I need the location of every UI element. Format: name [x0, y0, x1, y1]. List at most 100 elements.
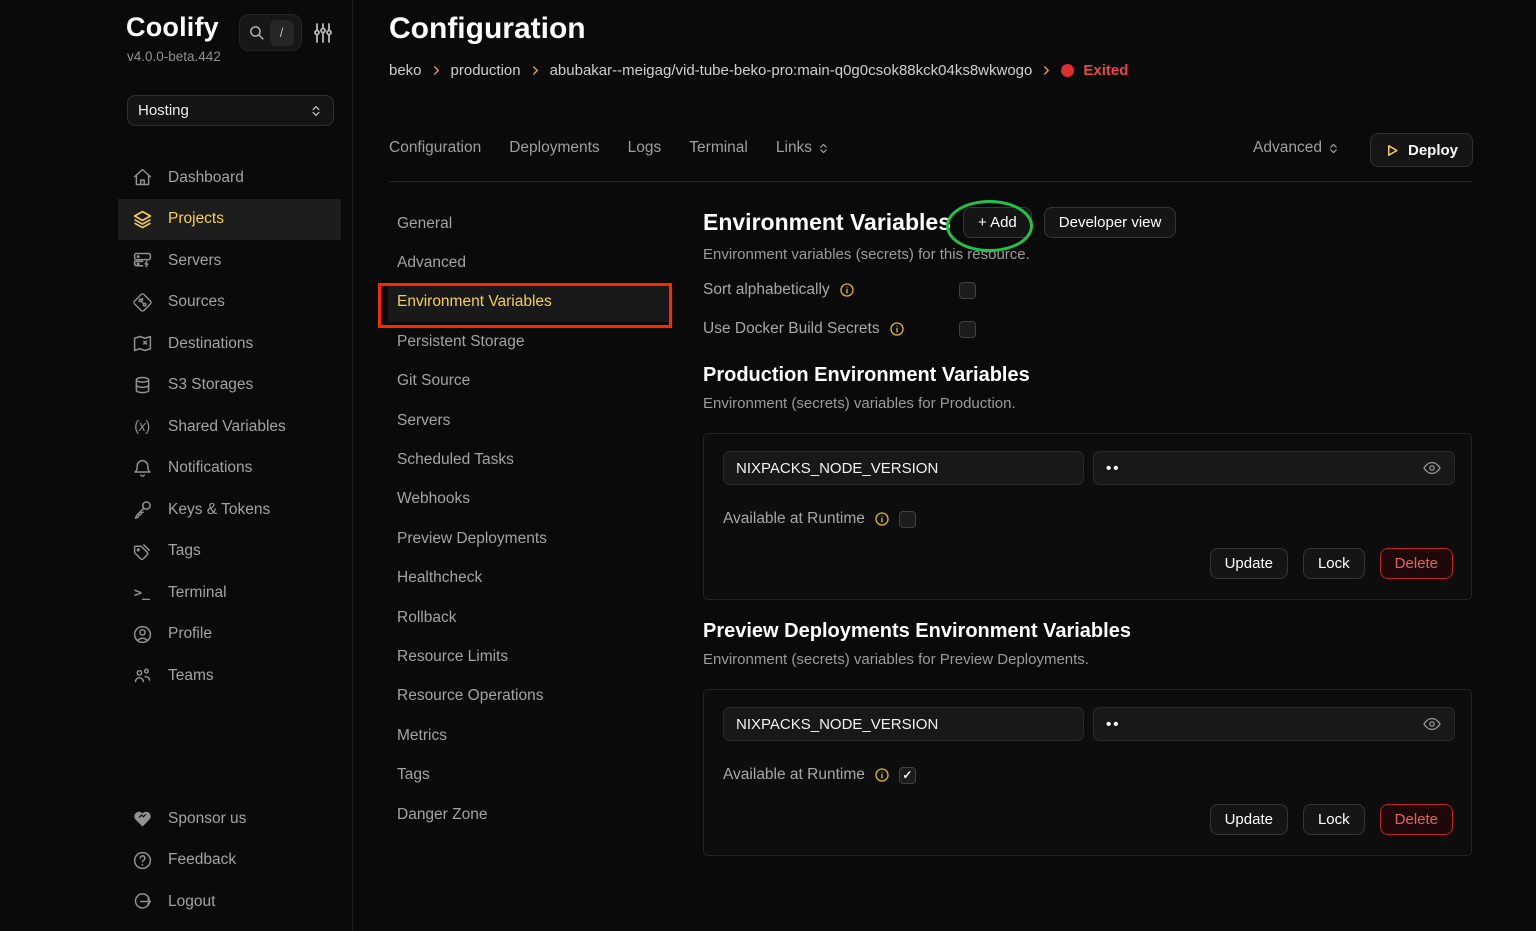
chevron-up-down-icon — [817, 142, 830, 155]
advanced-dropdown[interactable]: Advanced — [1253, 139, 1340, 157]
subnav-item-metrics[interactable]: Metrics — [388, 716, 672, 755]
sidebar-item-logout[interactable]: Logout — [118, 881, 341, 923]
sidebar-item-notifications[interactable]: Notifications — [118, 448, 341, 490]
add-button[interactable]: + Add — [963, 207, 1032, 238]
subnav-item-danger-zone[interactable]: Danger Zone — [388, 795, 672, 834]
sidebar-item-sources[interactable]: Sources — [118, 282, 341, 324]
sidebar-item-profile[interactable]: Profile — [118, 614, 341, 656]
delete-button[interactable]: Delete — [1380, 548, 1453, 579]
sidebar-item-keys-tokens[interactable]: Keys & Tokens — [118, 489, 341, 531]
subnav-item-resource-operations[interactable]: Resource Operations — [388, 677, 672, 716]
eye-icon[interactable] — [1422, 458, 1442, 478]
sidebar-item-feedback[interactable]: Feedback — [118, 840, 341, 882]
sidebar-item-terminal[interactable]: >_ Terminal — [118, 572, 341, 614]
env-var-card-preview: NIXPACKS_NODE_VERSION •• Available at Ru… — [703, 689, 1472, 856]
env-var-value-input[interactable]: •• — [1093, 707, 1455, 741]
info-icon — [874, 511, 890, 527]
app-version: v4.0.0-beta.442 — [127, 49, 221, 64]
breadcrumb-resource[interactable]: abubakar--meigag/vid-tube-beko-pro:main-… — [550, 62, 1033, 79]
lock-button[interactable]: Lock — [1303, 804, 1365, 835]
subnav-item-webhooks[interactable]: Webhooks — [388, 480, 672, 519]
sidebar-item-label: Tags — [168, 542, 201, 560]
home-icon — [131, 167, 153, 189]
sort-alphabetically-checkbox[interactable]: ✓ — [959, 282, 976, 299]
sidebar-nav: Dashboard Projects Servers Sources Desti… — [118, 157, 341, 697]
env-var-name-input[interactable]: NIXPACKS_NODE_VERSION — [723, 451, 1084, 485]
sidebar-item-label: Sources — [168, 293, 225, 311]
breadcrumb-project[interactable]: beko — [389, 62, 422, 79]
production-section-title: Production Environment Variables — [703, 364, 1030, 387]
tag-icon — [131, 540, 153, 562]
subnav-item-healthcheck[interactable]: Healthcheck — [388, 559, 672, 598]
sidebar-item-projects[interactable]: Projects — [118, 199, 341, 241]
deploy-button[interactable]: Deploy — [1370, 133, 1473, 167]
search-icon — [248, 24, 265, 41]
lock-button[interactable]: Lock — [1303, 548, 1365, 579]
sort-alphabetically-label: Sort alphabetically — [703, 281, 830, 299]
delete-button[interactable]: Delete — [1380, 804, 1453, 835]
subnav-item-tags[interactable]: Tags — [388, 755, 672, 794]
tab-configuration[interactable]: Configuration — [389, 139, 481, 157]
chevron-up-down-icon — [309, 104, 323, 118]
subnav-item-git-source[interactable]: Git Source — [388, 362, 672, 401]
sidebar-item-shared-variables[interactable]: (x) Shared Variables — [118, 406, 341, 448]
env-var-card-production: NIXPACKS_NODE_VERSION •• Available at Ru… — [703, 433, 1472, 600]
preview-section-title: Preview Deployments Environment Variable… — [703, 620, 1131, 643]
status-dot — [1061, 64, 1074, 77]
sidebar-item-servers[interactable]: Servers — [118, 240, 341, 282]
sidebar-item-label: Dashboard — [168, 169, 244, 187]
masked-value: •• — [1106, 460, 1121, 477]
update-button[interactable]: Update — [1210, 548, 1288, 579]
search-button[interactable]: / — [239, 14, 302, 51]
sidebar-item-label: Logout — [168, 893, 215, 911]
available-at-runtime-checkbox[interactable]: ✓ — [899, 767, 916, 784]
settings-sliders-icon[interactable] — [311, 21, 335, 45]
env-var-actions: Update Lock Delete — [1210, 548, 1453, 579]
breadcrumb-environment[interactable]: production — [451, 62, 521, 79]
env-var-name-input[interactable]: NIXPACKS_NODE_VERSION — [723, 707, 1084, 741]
available-at-runtime-checkbox[interactable]: ✓ — [899, 511, 916, 528]
team-select[interactable]: Hosting — [127, 95, 334, 126]
subnav-item-rollback[interactable]: Rollback — [388, 598, 672, 637]
subnav-item-general[interactable]: General — [388, 204, 672, 243]
logout-icon — [131, 891, 153, 913]
tab-deployments[interactable]: Deployments — [509, 139, 599, 157]
key-icon — [131, 499, 153, 521]
sidebar-item-label: Feedback — [168, 851, 236, 869]
breadcrumb: beko production abubakar--meigag/vid-tub… — [389, 62, 1128, 79]
team-select-value: Hosting — [138, 102, 189, 119]
subnav-item-preview-deployments[interactable]: Preview Deployments — [388, 519, 672, 558]
developer-view-button[interactable]: Developer view — [1044, 207, 1177, 238]
subnav-item-persistent-storage[interactable]: Persistent Storage — [388, 322, 672, 361]
tab-logs[interactable]: Logs — [628, 139, 662, 157]
chevron-right-icon — [1041, 65, 1052, 76]
eye-icon[interactable] — [1422, 714, 1442, 734]
chevron-right-icon — [530, 65, 541, 76]
sidebar-item-s3-storages[interactable]: S3 Storages — [118, 365, 341, 407]
sidebar: Coolify v4.0.0-beta.442 / Hosting Dashbo… — [0, 0, 353, 931]
sidebar-item-dashboard[interactable]: Dashboard — [118, 157, 341, 199]
sidebar-item-sponsor-us[interactable]: Sponsor us — [118, 798, 341, 840]
docker-build-secrets-row: Use Docker Build Secrets ✓ — [703, 320, 976, 338]
status-badge: Exited — [1083, 62, 1128, 79]
subnav-item-advanced[interactable]: Advanced — [388, 243, 672, 282]
sidebar-item-destinations[interactable]: Destinations — [118, 323, 341, 365]
subnav-item-scheduled-tasks[interactable]: Scheduled Tasks — [388, 440, 672, 479]
app-logo: Coolify — [126, 12, 219, 43]
tab-terminal[interactable]: Terminal — [689, 139, 748, 157]
sidebar-footer-nav: Sponsor us Feedback Logout — [118, 798, 341, 923]
docker-build-secrets-checkbox[interactable]: ✓ — [959, 321, 976, 338]
subnav-item-environment-variables[interactable]: Environment Variables — [388, 283, 672, 322]
sidebar-item-label: Teams — [168, 667, 214, 685]
sidebar-item-teams[interactable]: Teams — [118, 655, 341, 697]
sidebar-item-label: Shared Variables — [168, 418, 286, 436]
subnav-item-servers[interactable]: Servers — [388, 401, 672, 440]
env-var-value-input[interactable]: •• — [1093, 451, 1455, 485]
update-button[interactable]: Update — [1210, 804, 1288, 835]
bell-icon — [131, 457, 153, 479]
sidebar-item-label: Sponsor us — [168, 810, 246, 828]
database-icon — [131, 374, 153, 396]
sidebar-item-tags[interactable]: Tags — [118, 531, 341, 573]
tab-links[interactable]: Links — [776, 139, 830, 157]
subnav-item-resource-limits[interactable]: Resource Limits — [388, 637, 672, 676]
